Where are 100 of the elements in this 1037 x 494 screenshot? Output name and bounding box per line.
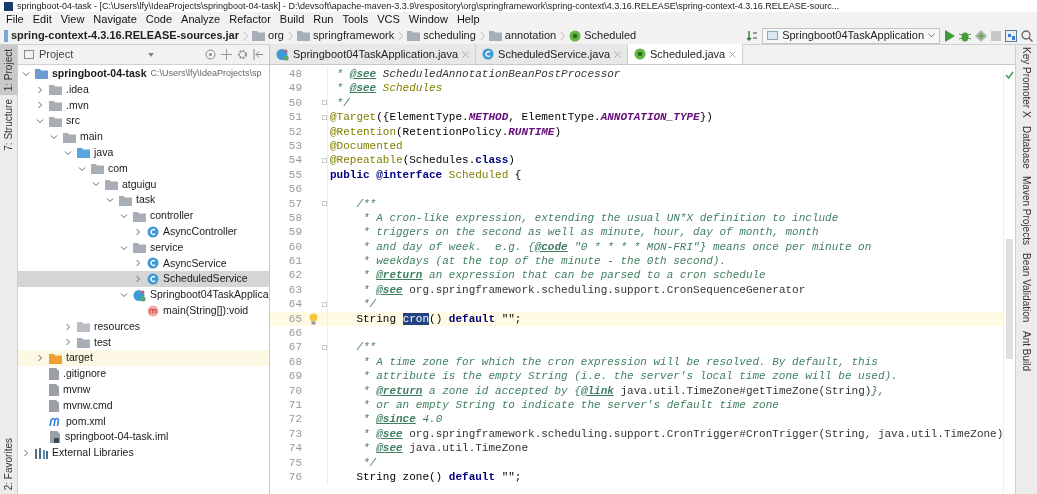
lightbulb-icon[interactable] — [308, 312, 318, 325]
tree-item[interactable]: main — [18, 129, 269, 145]
menu-item[interactable]: Refactor — [229, 11, 271, 28]
tree-item[interactable]: java — [18, 145, 269, 161]
collapsed-chevron-icon[interactable] — [36, 101, 44, 110]
close-icon[interactable] — [462, 50, 470, 58]
tree-item[interactable]: main(String[]):void — [18, 302, 269, 319]
collapsed-chevron-icon[interactable] — [36, 85, 44, 94]
expanded-chevron-icon[interactable] — [78, 164, 86, 173]
collapse-icon[interactable] — [221, 49, 232, 60]
tree-item[interactable]: resources — [18, 318, 269, 335]
expanded-chevron-icon[interactable] — [120, 291, 128, 300]
tree-item[interactable]: AsyncController — [18, 223, 269, 240]
fold-marker-icon[interactable] — [322, 200, 327, 208]
close-icon[interactable] — [614, 50, 621, 58]
editor-tab[interactable]: Springboot04TaskApplication.java — [270, 44, 477, 64]
search-icon[interactable] — [1021, 29, 1033, 42]
menu-item[interactable]: Code — [145, 11, 173, 28]
tree-item[interactable]: .idea — [18, 81, 269, 98]
menu-item[interactable]: VCS — [377, 11, 400, 28]
breadcrumb[interactable]: spring-context-4.3.16.RELEASE-sources.jar — [4, 27, 239, 44]
collapsed-chevron-icon[interactable] — [134, 275, 142, 284]
tree-item[interactable]: AsyncService — [18, 255, 269, 272]
scrollbar-thumb[interactable] — [1006, 239, 1013, 359]
collapsed-chevron-icon[interactable] — [134, 259, 142, 268]
tree-item[interactable]: task — [18, 192, 269, 209]
tool-window-button[interactable]: Key Promoter X — [1016, 47, 1037, 118]
close-icon[interactable] — [729, 50, 737, 58]
expanded-chevron-icon[interactable] — [120, 212, 128, 221]
panel-title[interactable]: Project — [39, 46, 74, 63]
expanded-chevron-icon[interactable] — [50, 133, 58, 142]
expanded-chevron-icon[interactable] — [120, 243, 128, 252]
line-number: 70 — [287, 383, 303, 398]
tree-item[interactable]: Springboot04TaskApplica — [18, 287, 269, 303]
tree-item[interactable]: External Libraries — [18, 445, 269, 461]
breadcrumb[interactable]: Scheduled — [569, 27, 637, 44]
menu-item[interactable]: View — [60, 11, 85, 28]
tree-item[interactable]: pom.xml — [18, 413, 269, 430]
tree-item[interactable]: src — [18, 113, 269, 130]
tree-item[interactable]: .mvn — [18, 97, 269, 114]
tree-item[interactable]: .gitignore — [18, 366, 269, 382]
fold-marker-icon[interactable] — [322, 99, 327, 107]
tree-item[interactable]: ScheduledService — [18, 271, 269, 288]
expanded-chevron-icon[interactable] — [106, 196, 114, 205]
expanded-chevron-icon[interactable] — [22, 69, 30, 78]
fold-marker-icon[interactable] — [322, 157, 327, 165]
breadcrumb[interactable]: annotation — [488, 27, 557, 44]
tree-item[interactable]: mvnw.cmd — [18, 397, 269, 414]
editor-tab[interactable]: ScheduledService.java — [476, 44, 628, 64]
collapsed-chevron-icon[interactable] — [64, 322, 72, 331]
menu-item[interactable]: Build — [279, 11, 305, 28]
collapsed-chevron-icon[interactable] — [134, 227, 142, 236]
breadcrumb[interactable]: springframework — [296, 27, 395, 44]
code-editor[interactable] — [270, 65, 1015, 494]
breadcrumb[interactable]: scheduling — [407, 27, 476, 44]
tool-window-button[interactable]: Bean Validation — [1016, 253, 1037, 323]
menu-item[interactable]: Help — [456, 11, 480, 28]
stop-icon[interactable] — [991, 30, 1001, 41]
fold-marker-icon[interactable] — [322, 113, 327, 121]
menu-item[interactable]: Tools — [342, 11, 369, 28]
tree-item[interactable]: springboot-04-task.iml — [18, 429, 269, 446]
project-structure-icon[interactable] — [1005, 29, 1017, 42]
menu-item[interactable]: Run — [313, 11, 334, 28]
tool-window-button[interactable]: Maven Projects — [1016, 176, 1037, 246]
menu-item[interactable]: File — [6, 11, 24, 28]
tree-item[interactable]: target — [18, 350, 269, 367]
collapsed-chevron-icon[interactable] — [64, 338, 72, 347]
tree-item[interactable]: controller — [18, 208, 269, 224]
locate-icon[interactable] — [205, 49, 216, 60]
menu-item[interactable]: Navigate — [93, 11, 137, 28]
fold-marker-icon[interactable] — [322, 300, 327, 308]
collapsed-chevron-icon[interactable] — [36, 354, 44, 363]
tool-window-button[interactable]: Database — [1016, 125, 1037, 169]
menu-item[interactable]: Window — [408, 11, 448, 28]
editor-tab[interactable]: Scheduled.java — [628, 44, 744, 64]
sort-icon[interactable] — [746, 29, 759, 42]
hide-icon[interactable] — [253, 49, 263, 60]
breadcrumb[interactable]: org — [252, 27, 284, 44]
menu-item[interactable]: Analyze — [181, 11, 221, 28]
tree-item[interactable]: springboot-04-task C:\Users\lfy\IdeaProjects\sp — [18, 66, 269, 82]
expanded-chevron-icon[interactable] — [36, 117, 44, 126]
tree-item[interactable]: service — [18, 239, 269, 256]
run-icon[interactable] — [944, 29, 955, 42]
tree-item[interactable]: test — [18, 334, 269, 351]
expanded-chevron-icon[interactable] — [64, 148, 72, 157]
tree-item[interactable]: com — [18, 160, 269, 177]
tree-item[interactable]: mvnw — [18, 381, 269, 398]
tool-window-button[interactable]: 1: Project — [0, 45, 17, 96]
run-configuration-dropdown[interactable]: Springboot04TaskApplication — [762, 27, 940, 44]
tree-item[interactable]: atguigu — [18, 176, 269, 193]
fold-marker-icon[interactable] — [322, 344, 327, 352]
tool-window-button[interactable]: 7: Structure — [0, 95, 17, 155]
collapsed-chevron-icon[interactable] — [22, 449, 30, 457]
caret-icon[interactable] — [148, 52, 155, 57]
coverage-icon[interactable] — [975, 29, 987, 42]
tool-window-button[interactable]: 2: Favorites — [0, 433, 17, 494]
settings-icon[interactable] — [237, 49, 248, 60]
menu-item[interactable]: Edit — [32, 11, 52, 28]
tool-window-button[interactable]: Ant Build — [1016, 330, 1037, 371]
expanded-chevron-icon[interactable] — [92, 180, 100, 189]
